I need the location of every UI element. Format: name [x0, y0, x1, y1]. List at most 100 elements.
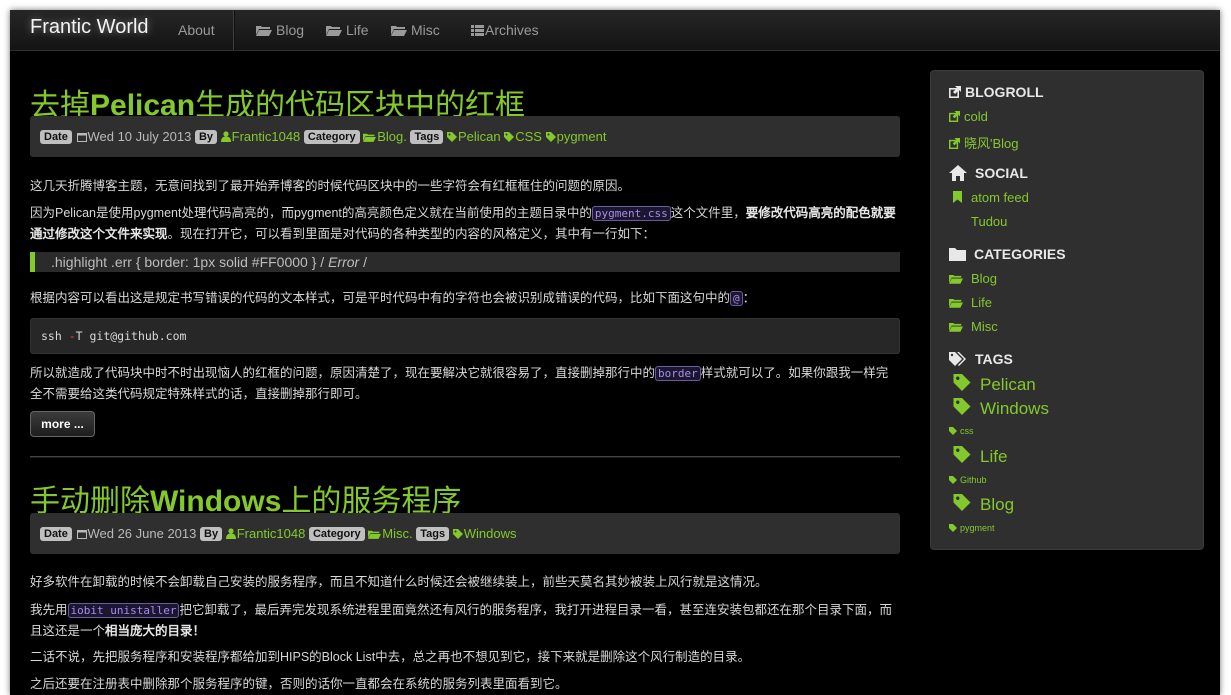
author-link[interactable]: Frantic1048: [225, 526, 306, 541]
bookmark-icon: [953, 191, 962, 203]
category-name: Blog.: [377, 129, 407, 144]
tag-icon: [953, 446, 971, 463]
post-date: Wed 10 July 2013: [87, 129, 192, 144]
folder-open-icon: [949, 299, 963, 308]
blogroll-name: cold: [964, 109, 988, 124]
external-link-icon: [949, 86, 961, 98]
tag-icon: [953, 374, 971, 391]
tag-icon: [953, 494, 971, 511]
author-name: Frantic1048: [236, 526, 306, 541]
browser-page: Frantic World About Blog Life Misc Archi…: [10, 10, 1220, 695]
home-icon: [949, 165, 967, 181]
author-link[interactable]: Frantic1048: [220, 129, 301, 144]
calendar-icon: [77, 133, 88, 142]
tag-icon: [949, 427, 957, 435]
nav-archives[interactable]: Archives: [471, 22, 539, 38]
folder-open-icon: [391, 26, 407, 36]
post-paragraph: 根据内容可以看出这是规定书写错误的代码的文本样式，可是平时代码中有的字符也会被识…: [30, 291, 756, 306]
folder-open-icon: [949, 323, 963, 332]
tag-cloud-item[interactable]: Life: [953, 446, 1007, 467]
folder-open-icon: [326, 26, 342, 36]
post-paragraph: 二话不说，先把服务程序和安装程序都给加到HIPS的Block List中去，总之…: [30, 650, 751, 664]
tag-name: css: [960, 426, 974, 436]
blogroll-title: BLOGROLL: [965, 84, 1044, 100]
nav-divider: [233, 10, 235, 50]
sidebar: BLOGROLL cold 晓风'Blog SOCIAL atom feed T…: [930, 70, 1204, 550]
read-more-button[interactable]: more ...: [30, 411, 95, 437]
tag-cloud-item[interactable]: Windows: [953, 398, 1049, 419]
blogroll-name: 晓风'Blog: [964, 136, 1019, 151]
nav-archives-label: Archives: [485, 22, 539, 38]
category-link[interactable]: Blog.: [363, 129, 407, 144]
tag-cloud-item[interactable]: Github: [949, 475, 987, 485]
tag-link[interactable]: Windows: [452, 526, 517, 541]
tag-icon: [452, 529, 463, 539]
nav-life[interactable]: Life: [326, 22, 369, 38]
category-link[interactable]: Life: [949, 295, 992, 310]
category-link[interactable]: Blog: [949, 271, 997, 286]
tag-link[interactable]: Pelican: [446, 129, 501, 144]
nav-misc-label: Misc: [411, 22, 440, 38]
site-brand[interactable]: Frantic World: [30, 16, 149, 39]
categories-title: CATEGORIES: [974, 246, 1066, 262]
tag-link[interactable]: pygment: [545, 129, 607, 144]
tag-name: Windows: [463, 526, 517, 541]
calendar-icon: [77, 530, 88, 539]
blogroll-heading: BLOGROLL: [949, 84, 1044, 100]
post-meta: Date Wed 26 June 2013 By Frantic1048 Cat…: [30, 513, 900, 554]
tag-cloud-item[interactable]: Blog: [953, 494, 1014, 515]
social-link[interactable]: Tudou: [971, 214, 1007, 229]
tag-name: Github: [960, 475, 987, 485]
date-label: Date: [40, 527, 72, 541]
category-name: Misc: [971, 319, 998, 334]
folder-open-icon: [949, 275, 963, 284]
nav-about[interactable]: About: [178, 22, 215, 38]
tag-icon: [446, 132, 457, 142]
inline-code: pygment.css: [591, 206, 671, 221]
tags-label: Tags: [410, 130, 444, 144]
tag-cloud-item[interactable]: Pelican: [953, 374, 1036, 395]
post-date: Wed 26 June 2013: [87, 526, 197, 541]
blogroll-link[interactable]: 晓风'Blog: [949, 133, 1019, 152]
post-paragraph: 好多软件在卸载的时候不会卸载自己安装的服务程序，而且不知道什么时候还会被继续装上…: [30, 575, 768, 589]
tags-icon: [949, 352, 966, 366]
tag-name: Pelican: [457, 129, 501, 144]
social-heading: SOCIAL: [949, 165, 1028, 181]
category-label: Category: [303, 130, 360, 144]
social-title: SOCIAL: [975, 165, 1028, 181]
inline-code: border: [655, 366, 701, 381]
folder-open-icon: [363, 133, 377, 142]
user-icon: [220, 131, 231, 142]
tag-cloud-item[interactable]: pygment: [949, 523, 995, 533]
category-link[interactable]: Misc: [949, 319, 998, 334]
category-name: Misc.: [382, 526, 413, 541]
tags-title: TAGS: [975, 351, 1013, 367]
by-label: By: [194, 130, 217, 144]
nav-misc[interactable]: Misc: [391, 22, 440, 38]
post-paragraph: 我先用 iobit unistaller 把它卸载了，最后弄完发现系统进程里面竟然还…: [30, 603, 892, 638]
tag-icon: [949, 476, 957, 484]
inline-code: @: [730, 291, 743, 306]
tag-name: pygment: [556, 129, 607, 144]
tag-link[interactable]: CSS: [504, 129, 542, 144]
tags-heading: TAGS: [949, 351, 1013, 367]
tag-name: Blog: [980, 495, 1015, 514]
inline-code: iobit unistaller: [67, 603, 180, 618]
post-paragraph: 这几天折腾博客主题，无意间找到了最开始弄博客的时候代码区块中的一些字符会有红框框…: [30, 179, 631, 193]
social-link[interactable]: atom feed: [953, 190, 1029, 205]
tag-icon: [545, 132, 556, 142]
tag-name: Pelican: [980, 375, 1036, 394]
author-name: Frantic1048: [231, 129, 301, 144]
external-link-icon: [949, 111, 960, 122]
tag-icon: [504, 132, 515, 142]
nav-blog[interactable]: Blog: [256, 22, 304, 38]
category-link[interactable]: Misc.: [368, 526, 413, 541]
tag-name: Windows: [980, 399, 1049, 418]
blogroll-link[interactable]: cold: [949, 109, 988, 124]
post-paragraph: 所以就造成了代码块中时不时出现恼人的红框的问题，原因清楚了，现在要解决它就很容易…: [30, 366, 889, 401]
nav-blog-label: Blog: [276, 22, 305, 38]
post-paragraph: 因为Pelican是使用pygment处理代码高亮的，而pygment的高亮颜色…: [30, 206, 896, 241]
tag-cloud-item[interactable]: css: [949, 426, 974, 436]
code-block: ssh -T git@github.com: [30, 318, 900, 354]
external-link-icon: [949, 138, 960, 149]
